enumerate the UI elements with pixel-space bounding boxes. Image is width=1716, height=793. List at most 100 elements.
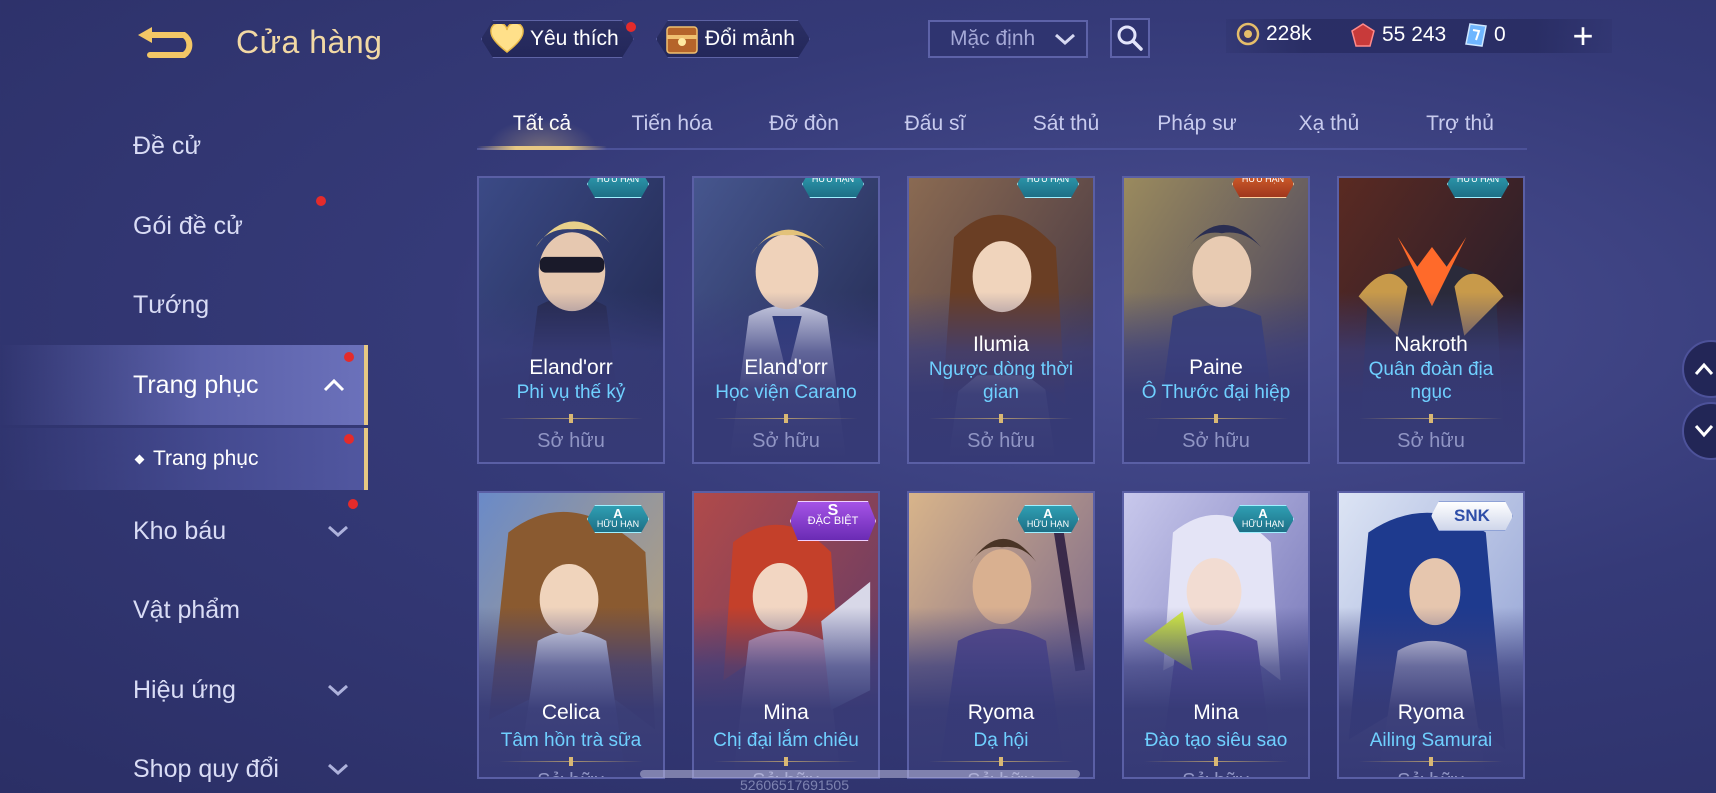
skin-name: Ô Thước đại hiệp xyxy=(1141,382,1291,403)
skin-name: Phi vụ thế kỷ xyxy=(516,382,626,403)
tab-label: Đấu sĩ xyxy=(904,112,966,135)
gold-amount: 228k xyxy=(1266,22,1312,45)
owned-status: Sở hữu xyxy=(1339,770,1523,777)
sidebar-item-label: Đề cử xyxy=(133,131,202,160)
favorites-button[interactable]: Yêu thích xyxy=(481,20,634,58)
skin-name: Ngược dòng thời gian xyxy=(915,358,1087,404)
tier-letter: A xyxy=(613,506,623,521)
hero-name: Ilumia xyxy=(972,333,1030,356)
skin-card[interactable]: HỮU HẠN Eland'orr Học viện Carano Sở hữu xyxy=(692,176,880,464)
tab-evolution[interactable]: Tiến hóa xyxy=(607,100,737,148)
skin-card[interactable]: HỮU HẠN Eland'orr Phi vụ thế kỷ Sở hữu xyxy=(477,176,665,464)
skin-card[interactable]: SNK Ryoma Ailing Samurai Sở hữu xyxy=(1337,491,1525,779)
red-gem-icon xyxy=(1351,23,1375,47)
skin-name: Học viện Carano xyxy=(715,382,857,403)
sidebar-item-skins[interactable]: Trang phục xyxy=(0,345,368,425)
badge-label: HỮU HẠN xyxy=(1241,519,1285,529)
role-tabs: Tất cả Tiến hóa Đỡ đòn Đấu sĩ Sát thủ Ph… xyxy=(477,100,1527,150)
search-button[interactable] xyxy=(1110,18,1150,58)
exchange-button[interactable]: Đổi mảnh xyxy=(656,20,810,58)
tab-marksman[interactable]: Xạ thủ xyxy=(1264,100,1394,148)
badge-label: HỮU HẠN xyxy=(811,176,855,184)
tab-all[interactable]: Tất cả xyxy=(477,100,607,150)
back-button[interactable] xyxy=(130,22,206,62)
back-arrow-icon xyxy=(138,27,193,58)
tab-tank[interactable]: Đỡ đòn xyxy=(739,100,869,148)
tab-support[interactable]: Trợ thủ xyxy=(1395,100,1525,148)
tab-label: Trợ thủ xyxy=(1426,112,1494,135)
bullet-icon xyxy=(134,454,145,464)
skin-name: Đào tạo siêu sao xyxy=(1144,730,1288,751)
ticket-amount: 0 xyxy=(1494,23,1506,46)
scroll-down-button[interactable] xyxy=(1682,402,1716,460)
skin-grid: HỮU HẠN Eland'orr Phi vụ thế kỷ Sở hữu H… xyxy=(477,176,1527,793)
tab-assassin[interactable]: Sát thủ xyxy=(1001,100,1131,148)
skin-card[interactable]: HỮU HẠN Nakroth Quân đoàn địa ngục Sở hữu xyxy=(1337,176,1525,464)
chevron-down-icon xyxy=(1694,425,1714,438)
chevron-up-icon xyxy=(323,378,345,392)
hero-name: Eland'orr xyxy=(529,356,613,379)
skin-card[interactable]: HỮU HẠN Ilumia Ngược dòng thời gian Sở hữ… xyxy=(907,176,1095,464)
snk-collab-badge: SNK xyxy=(1431,501,1513,531)
skin-card[interactable]: HỮU HẠN Paine Ô Thước đại hiệp Sở hữu xyxy=(1122,176,1310,464)
skin-name: Chị đại lắm chiêu xyxy=(713,730,859,751)
badge-label: HỮU HẠN xyxy=(1026,176,1070,184)
card-divider xyxy=(1144,761,1288,762)
tab-fighter[interactable]: Đấu sĩ xyxy=(870,100,1000,148)
badge-label: ĐẶC BIỆT xyxy=(807,515,859,527)
sidebar-item-label: Kho báu xyxy=(133,516,227,545)
sidebar-item-recommended-packs[interactable]: Gói đề cử xyxy=(0,190,368,262)
tier-a-badge: A HỮU HẠN xyxy=(1232,505,1294,533)
currency-bar: 228k 55 243 0 xyxy=(1226,19,1612,53)
sort-value: Mặc định xyxy=(950,27,1036,50)
scroll-up-button[interactable] xyxy=(1682,340,1716,398)
card-divider xyxy=(1359,418,1503,419)
sidebar-item-label: Trang phục xyxy=(153,447,259,470)
sidebar-item-treasure[interactable]: Kho báu xyxy=(0,495,368,567)
notification-dot xyxy=(348,499,358,509)
owned-status: Sở hữu xyxy=(537,430,605,452)
hero-name: Ryoma xyxy=(1397,701,1465,724)
hero-name: Celica xyxy=(541,701,601,724)
badge-label: HỮU HẠN xyxy=(596,519,640,529)
skin-card[interactable]: SĐẶC BIỆT Mina Chị đại lắm chiêu Sở hữu xyxy=(692,491,880,779)
chevron-up-icon xyxy=(1694,362,1714,375)
sidebar-subitem-skins[interactable]: Trang phục xyxy=(0,428,368,490)
skin-name: Dạ hội xyxy=(973,730,1029,751)
card-divider xyxy=(499,761,643,762)
skin-card[interactable]: AHỮU HẠN Celica Tâm hồn trà sữa Sở hữu xyxy=(477,491,665,779)
skin-name: Quân đoàn địa ngục xyxy=(1345,358,1517,404)
add-currency-button[interactable]: + xyxy=(1568,18,1598,54)
tab-label: Tiến hóa xyxy=(631,112,713,135)
hero-name: Mina xyxy=(763,701,809,724)
tier-letter: A xyxy=(1043,506,1053,521)
sidebar-item-effects[interactable]: Hiệu ứng xyxy=(0,654,368,726)
hero-name: Mina xyxy=(1193,701,1239,724)
sidebar-item-label: Shop quy đổi xyxy=(133,754,279,783)
tab-label: Tất cả xyxy=(512,112,572,135)
skin-name-line2: ngục xyxy=(1410,382,1452,403)
owned-status: Sở hữu xyxy=(752,430,820,452)
card-divider xyxy=(929,418,1073,419)
tier-s-badge: S ĐẶC BIỆT xyxy=(790,501,876,541)
chevron-down-icon xyxy=(328,763,348,776)
sidebar-item-label: Trang phục xyxy=(133,370,259,399)
badge-label: HỮU HẠN xyxy=(1026,519,1070,529)
tier-letter: A xyxy=(1258,506,1268,521)
notification-dot xyxy=(344,434,354,444)
limited-badge: HỮU HẠN xyxy=(802,176,864,198)
sidebar-item-exchange-shop[interactable]: Shop quy đổi xyxy=(0,733,368,793)
tier-a-badge: A HỮU HẠN xyxy=(1017,505,1079,533)
home-indicator[interactable] xyxy=(640,770,1080,778)
sidebar-item-recommended[interactable]: Đề cử xyxy=(0,110,368,182)
tab-mage[interactable]: Pháp sư xyxy=(1132,100,1262,148)
ticket-icon xyxy=(1465,23,1487,47)
sidebar-item-heroes[interactable]: Tướng xyxy=(0,269,368,341)
top-bar: Cửa hàng Yêu thích Đổi mảnh Mặc định 228… xyxy=(0,0,1716,90)
sort-dropdown[interactable]: Mặc định xyxy=(928,20,1088,58)
skin-card[interactable]: AHỮU HẠN Ryoma Dạ hội Sở hữu xyxy=(907,491,1095,779)
skin-name: Tâm hồn trà sữa xyxy=(500,730,642,751)
sidebar: Đề cử Gói đề cử Tướng Trang phục Trang p… xyxy=(0,100,368,793)
sidebar-item-items[interactable]: Vật phẩm xyxy=(0,574,368,646)
skin-card[interactable]: AHỮU HẠN Mina Đào tạo siêu sao Sở hữu xyxy=(1122,491,1310,779)
